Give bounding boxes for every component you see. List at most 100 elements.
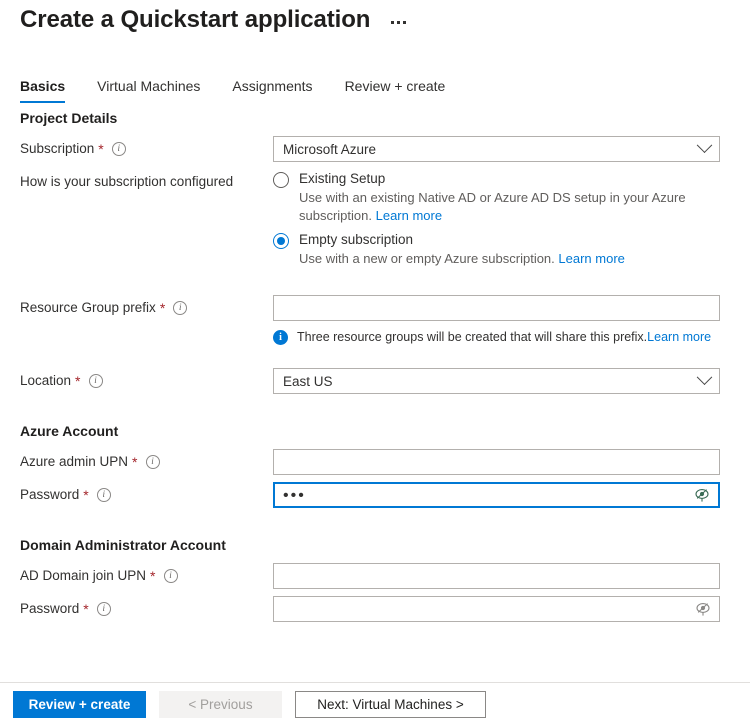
radio-option-empty-subscription[interactable]: Empty subscription Use with a new or emp… (273, 231, 750, 268)
label-subscription-configured-text: How is your subscription configured (20, 174, 234, 189)
label-resource-group-prefix: Resource Group prefix * i (20, 295, 273, 315)
hide-password-icon[interactable] (695, 601, 711, 617)
label-subscription: Subscription * i (20, 136, 273, 156)
tab-bar: Basics Virtual Machines Assignments Revi… (20, 76, 477, 103)
radio-description-existing-setup: Use with an existing Native AD or Azure … (299, 189, 717, 225)
ellipsis-dot-3 (403, 20, 407, 24)
required-asterisk: * (83, 600, 89, 617)
ellipsis-dot-1 (391, 20, 395, 24)
field-azure-admin-upn (273, 449, 750, 475)
label-subscription-configured: How is your subscription configured (20, 169, 273, 189)
section-heading-azure-account: Azure Account (20, 423, 119, 439)
field-row-location: Location * i East US (0, 368, 750, 394)
hide-password-icon[interactable] (694, 487, 710, 503)
info-icon[interactable]: i (96, 601, 111, 616)
label-ad-domain-join-upn-text: AD Domain join UPN (20, 568, 147, 583)
label-ad-domain-join-upn: AD Domain join UPN * i (20, 563, 273, 583)
subscription-value: Microsoft Azure (283, 141, 377, 157)
review-create-button[interactable]: Review + create (13, 691, 146, 718)
field-row-resource-group-prefix: Resource Group prefix * i i Three resour… (0, 295, 750, 347)
field-row-azure-admin-upn: Azure admin UPN * i (0, 449, 750, 475)
tab-basics[interactable]: Basics (20, 76, 66, 103)
next-virtual-machines-button[interactable]: Next: Virtual Machines > (295, 691, 486, 718)
page-title: Create a Quickstart application (20, 6, 371, 33)
learn-more-link-resource-group-prefix[interactable]: Learn more (647, 330, 711, 344)
tab-virtual-machines[interactable]: Virtual Machines (97, 76, 200, 103)
chevron-down-icon (696, 368, 713, 385)
info-icon[interactable]: i (88, 373, 103, 388)
create-quickstart-application-blade: Create a Quickstart application Basics V… (0, 0, 750, 726)
more-options-icon[interactable] (388, 17, 409, 28)
learn-more-link-empty-subscription[interactable]: Learn more (558, 251, 624, 266)
radio-label-existing-setup: Existing Setup (299, 171, 386, 186)
info-icon[interactable]: i (173, 300, 188, 315)
resource-group-prefix-input[interactable] (273, 295, 720, 321)
section-heading-domain-administrator-account: Domain Administrator Account (20, 537, 226, 553)
radio-body-empty-subscription: Empty subscription Use with a new or emp… (299, 231, 625, 268)
field-domain-password (273, 596, 750, 622)
field-row-subscription-configured: How is your subscription configured Exis… (0, 169, 750, 274)
radio-icon-existing-setup (273, 172, 289, 188)
label-location-text: Location (20, 373, 72, 388)
radio-icon-empty-subscription (273, 233, 289, 249)
field-location: East US (273, 368, 750, 394)
radio-label-empty-subscription: Empty subscription (299, 232, 414, 247)
field-azure-password: ••• (273, 482, 750, 508)
label-resource-group-prefix-text: Resource Group prefix (20, 300, 156, 315)
field-resource-group-prefix: i Three resource groups will be created … (273, 295, 750, 347)
info-icon[interactable]: i (145, 454, 160, 469)
required-asterisk: * (75, 372, 81, 389)
label-azure-admin-upn: Azure admin UPN * i (20, 449, 273, 469)
required-asterisk: * (159, 299, 166, 316)
radio-description-existing-setup-text: Use with an existing Native AD or Azure … (299, 190, 686, 223)
section-heading-project-details: Project Details (20, 110, 118, 126)
radio-group-subscription-configured: Existing Setup Use with an existing Nati… (273, 169, 750, 274)
info-message-text-wrap: Three resource groups will be created th… (297, 329, 711, 345)
location-dropdown[interactable]: East US (273, 368, 720, 394)
learn-more-link-existing-setup[interactable]: Learn more (376, 208, 442, 223)
subscription-dropdown[interactable]: Microsoft Azure (273, 136, 720, 162)
radio-description-empty-subscription: Use with a new or empty Azure subscripti… (299, 250, 625, 268)
azure-password-value: ••• (283, 487, 306, 504)
azure-password-input[interactable]: ••• (273, 482, 720, 508)
ad-domain-join-upn-input[interactable] (273, 563, 720, 589)
label-domain-password: Password * i (20, 596, 273, 616)
label-azure-password-text: Password (20, 487, 80, 502)
info-icon[interactable]: i (111, 141, 126, 156)
resource-group-prefix-info-message: i Three resource groups will be created … (273, 329, 720, 345)
radio-option-existing-setup[interactable]: Existing Setup Use with an existing Nati… (273, 170, 750, 225)
info-filled-icon: i (273, 330, 288, 345)
required-asterisk: * (98, 140, 104, 157)
info-icon[interactable]: i (96, 487, 111, 502)
previous-button: < Previous (159, 691, 282, 718)
field-row-subscription: Subscription * i Microsoft Azure (0, 136, 750, 162)
label-subscription-text: Subscription (20, 141, 95, 156)
required-asterisk: * (132, 453, 138, 470)
info-icon[interactable]: i (163, 568, 178, 583)
domain-password-input[interactable] (273, 596, 720, 622)
chevron-down-icon (696, 136, 713, 153)
location-value: East US (283, 373, 333, 389)
label-location: Location * i (20, 368, 273, 388)
info-message-text: Three resource groups will be created th… (297, 330, 648, 344)
field-row-domain-password: Password * i (0, 596, 750, 622)
field-row-azure-password: Password * i ••• (0, 482, 750, 508)
ellipsis-dot-2 (397, 20, 401, 24)
tab-review-create[interactable]: Review + create (345, 76, 446, 103)
command-footer: Review + create < Previous Next: Virtual… (0, 682, 750, 726)
basics-form: Project Details Subscription * i Microso… (0, 110, 750, 629)
required-asterisk: * (150, 567, 156, 584)
required-asterisk: * (83, 486, 89, 503)
field-row-ad-domain-join-upn: AD Domain join UPN * i (0, 563, 750, 589)
label-domain-password-text: Password (20, 601, 80, 616)
azure-admin-upn-input[interactable] (273, 449, 720, 475)
label-azure-admin-upn-text: Azure admin UPN (20, 454, 129, 469)
field-subscription: Microsoft Azure (273, 136, 750, 162)
label-azure-password: Password * i (20, 482, 273, 502)
radio-description-empty-subscription-text: Use with a new or empty Azure subscripti… (299, 251, 555, 266)
tab-assignments[interactable]: Assignments (232, 76, 312, 103)
